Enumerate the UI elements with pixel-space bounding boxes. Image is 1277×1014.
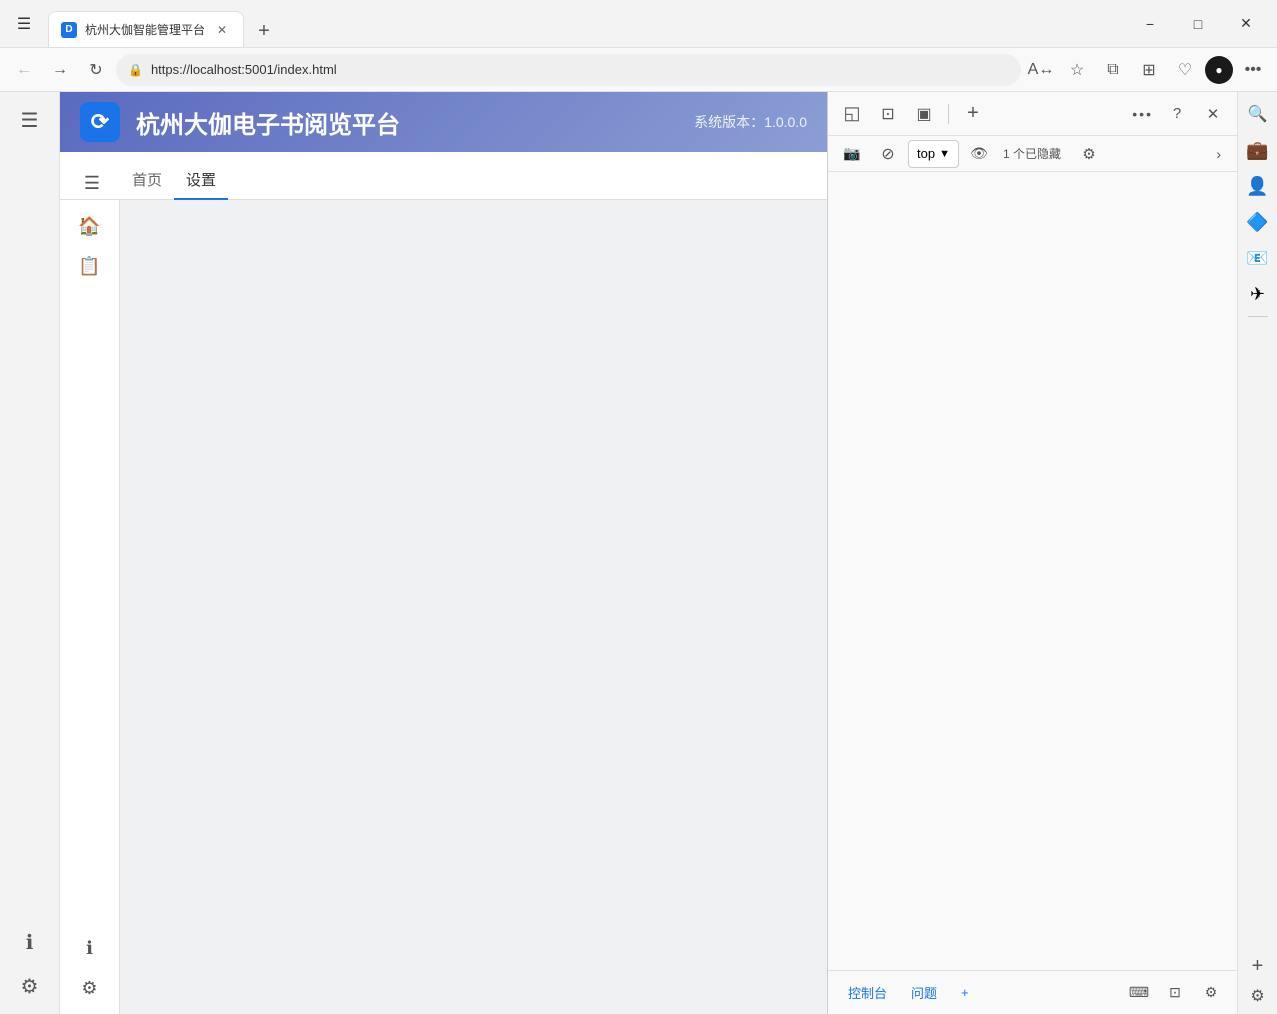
app-nav: ☰ 首页 设置	[60, 152, 827, 200]
devtools-bottom-bar: 控制台 问题 + ⌨ ⊡ ⚙	[828, 970, 1237, 1014]
app-logo: ⟳	[80, 102, 120, 142]
ext-briefcase-icon[interactable]: 💼	[1244, 136, 1272, 164]
favorites-bar-button[interactable]: ⊞	[1133, 54, 1165, 86]
collections-button[interactable]: ⧉	[1097, 54, 1129, 86]
devtools-block-button[interactable]: ⊘	[872, 138, 904, 170]
window-controls-right: − □ ✕	[1127, 8, 1269, 40]
devtools-add-panel-button[interactable]: +	[953, 981, 977, 1004]
browser-sidebar-toggle[interactable]: ☰	[8, 8, 40, 40]
ext-email-icon[interactable]: ✈	[1244, 280, 1272, 308]
ext-copilot-icon[interactable]: 🔷	[1244, 208, 1272, 236]
browser-sidebar-icon-bottom2[interactable]: ⚙	[10, 966, 50, 1006]
devtools-body	[828, 172, 1237, 970]
ext-settings-button[interactable]: ⚙	[1250, 986, 1264, 1006]
close-button[interactable]: ✕	[1223, 8, 1269, 40]
devtools-elements-button[interactable]: ▣	[908, 98, 940, 130]
active-tab[interactable]: D 杭州大伽智能管理平台 ✕	[48, 11, 244, 47]
tab-title: 杭州大伽智能管理平台	[85, 21, 205, 38]
ext-user-icon[interactable]: 👤	[1244, 172, 1272, 200]
app-body: 🏠 📋 ℹ ⚙	[60, 200, 827, 1014]
app-title: 杭州大伽电子书阅览平台	[136, 105, 678, 140]
window-controls-left: ☰	[8, 8, 40, 40]
translate-button[interactable]: A↔	[1025, 54, 1057, 86]
devtools-issues-button[interactable]: 问题	[903, 979, 945, 1006]
web-content: ⟳ 杭州大伽电子书阅览平台 系统版本：1.0.0.0 ☰ 首页 设置 🏠 📋 ℹ…	[60, 92, 827, 1014]
ext-add-button[interactable]: +	[1252, 955, 1264, 978]
back-button[interactable]: ←	[8, 54, 40, 86]
hamburger-menu[interactable]: ☰	[76, 167, 108, 199]
new-tab-button[interactable]: +	[248, 15, 280, 47]
devtools-help-button[interactable]: ?	[1161, 98, 1193, 130]
ext-separator	[1248, 316, 1268, 317]
devtools-close-button[interactable]: ✕	[1197, 98, 1229, 130]
app-left-sidebar: 🏠 📋 ℹ ⚙	[60, 200, 120, 1014]
devtools-settings-button[interactable]: ⚙	[1073, 138, 1105, 170]
profile-avatar[interactable]: ●	[1205, 56, 1233, 84]
devtools-bottom-settings-button[interactable]: ⚙	[1197, 979, 1225, 1007]
browser-essentials-button[interactable]: ♡	[1169, 54, 1201, 86]
devtools-top-toolbar: ◱ ⊡ ▣ + ••• ? ✕	[828, 92, 1237, 136]
more-button[interactable]: •••	[1237, 54, 1269, 86]
url-text: https://localhost:5001/index.html	[151, 62, 1009, 77]
tab-favicon: D	[61, 22, 77, 38]
devtools-keyboard-button[interactable]: ⌨	[1125, 979, 1153, 1007]
security-icon: 🔒	[128, 63, 143, 77]
devtools-console-button[interactable]: 控制台	[840, 979, 895, 1006]
browser-sidebar: ☰ ℹ ⚙	[0, 92, 60, 1014]
devtools-device2-button[interactable]: ⊡	[1161, 979, 1189, 1007]
forward-button[interactable]: →	[44, 54, 76, 86]
browser-sidebar-icon-menu[interactable]: ☰	[10, 100, 50, 140]
context-label: top	[917, 146, 935, 161]
extensions-sidebar: 🔍 💼 👤 🔷 📧 ✈ + ⚙	[1237, 92, 1277, 1014]
browser-sidebar-icon-bottom1[interactable]: ℹ	[10, 922, 50, 962]
devtools-add-button[interactable]: +	[957, 98, 989, 130]
devtools-separator1	[948, 104, 949, 124]
devtools-screenshot-button[interactable]: 📷	[836, 138, 868, 170]
devtools-more-button[interactable]: •••	[1128, 102, 1157, 126]
main-content: ☰ ℹ ⚙ ⟳ 杭州大伽电子书阅览平台 系统版本：1.0.0.0 ☰ 首页 设置…	[0, 92, 1277, 1014]
page-area	[120, 200, 827, 1014]
devtools-hidden-count[interactable]: 1 个已隐藏	[999, 145, 1065, 162]
nav-item-home[interactable]: 首页	[120, 161, 174, 200]
devtools-context-select[interactable]: top ▼	[908, 140, 959, 168]
devtools-panel: ◱ ⊡ ▣ + ••• ? ✕ 📷 ⊘ top ▼ 👁 1 个已隐藏	[827, 92, 1237, 1014]
tab-close-button[interactable]: ✕	[213, 21, 231, 39]
app-sidebar-home-icon[interactable]: 🏠	[72, 208, 108, 244]
address-toolbar: ← → ↻ 🔒 https://localhost:5001/index.htm…	[0, 48, 1277, 92]
minimize-button[interactable]: −	[1127, 8, 1173, 40]
app-sidebar-info-icon[interactable]: ℹ	[72, 930, 108, 966]
devtools-eye-button[interactable]: 👁	[963, 138, 995, 170]
devtools-expand-arrow[interactable]: ›	[1208, 142, 1229, 166]
refresh-button[interactable]: ↻	[80, 54, 112, 86]
app-version: 系统版本：1.0.0.0	[694, 112, 807, 132]
app-sidebar-settings-icon[interactable]: ⚙	[72, 970, 108, 1006]
nav-item-settings[interactable]: 设置	[174, 161, 228, 200]
favorite-button[interactable]: ☆	[1061, 54, 1093, 86]
ext-search-icon[interactable]: 🔍	[1244, 100, 1272, 128]
devtools-toolbar2: 📷 ⊘ top ▼ 👁 1 个已隐藏 ⚙ ›	[828, 136, 1237, 172]
tab-bar: D 杭州大伽智能管理平台 ✕ +	[48, 0, 1119, 47]
app-sidebar-docs-icon[interactable]: 📋	[72, 248, 108, 284]
address-bar[interactable]: 🔒 https://localhost:5001/index.html	[116, 54, 1021, 86]
app-header: ⟳ 杭州大伽电子书阅览平台 系统版本：1.0.0.0	[60, 92, 827, 152]
maximize-button[interactable]: □	[1175, 8, 1221, 40]
ext-outlook-icon[interactable]: 📧	[1244, 244, 1272, 272]
title-bar: ☰ D 杭州大伽智能管理平台 ✕ + − □ ✕	[0, 0, 1277, 48]
context-dropdown-icon: ▼	[939, 148, 950, 160]
devtools-device-button[interactable]: ⊡	[872, 98, 904, 130]
devtools-inspect-button[interactable]: ◱	[836, 98, 868, 130]
